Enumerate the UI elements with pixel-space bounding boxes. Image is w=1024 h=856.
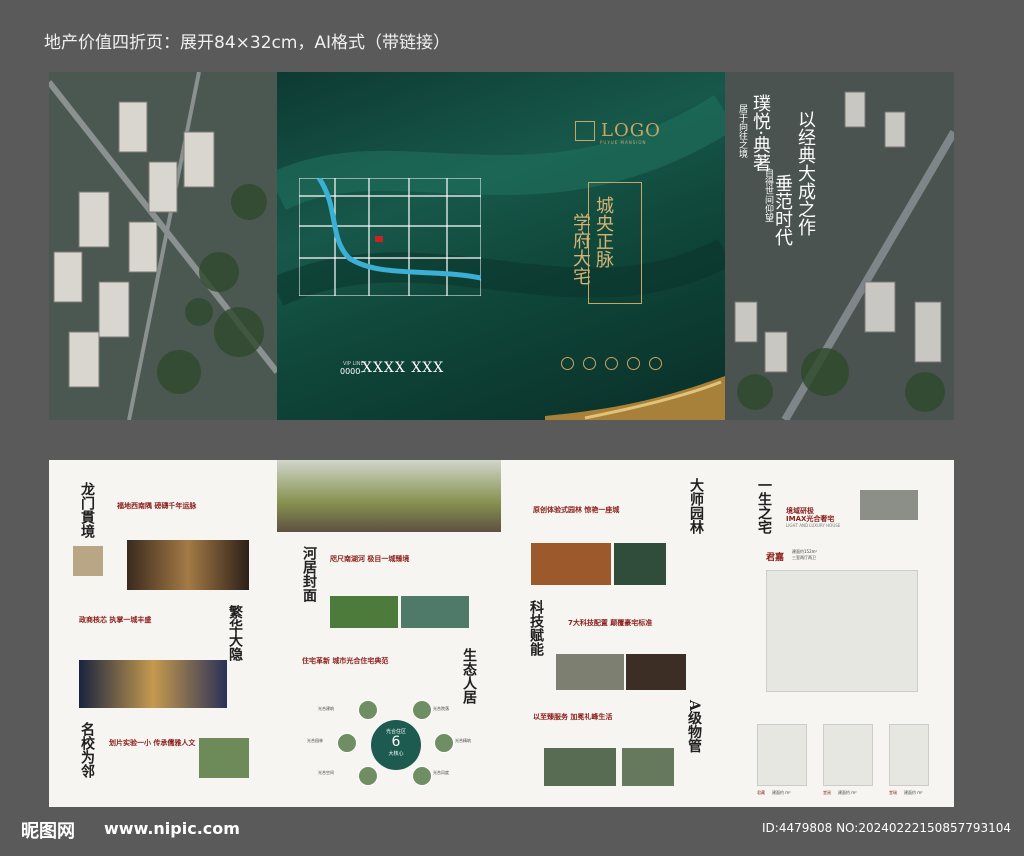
main-floorplan <box>766 570 918 692</box>
feature-icon-4 <box>627 357 640 370</box>
center-sub: 大核心 <box>388 751 404 757</box>
feature-icon-2 <box>583 357 596 370</box>
cover-right-small-2: 自得世间仰望 <box>763 168 773 222</box>
section-heading-6: 原创体验式园林 惊艳一座城 <box>533 506 620 514</box>
node-label-4: 光合院落 <box>433 706 449 711</box>
hub-node-5 <box>434 733 454 753</box>
hub-node-6 <box>412 766 432 786</box>
hub-node-2 <box>337 733 357 753</box>
section-title-yisheng: 一生之宅 <box>756 478 772 534</box>
map-wood-image <box>127 540 249 590</box>
hub-node-1 <box>358 700 378 720</box>
section-heading-7: 7大科技配置 颠覆豪宅标准 <box>568 619 653 627</box>
hub-node-3 <box>358 766 378 786</box>
floorplan-name: 君嘉 <box>766 553 785 563</box>
feature-icon-1 <box>561 357 574 370</box>
section-title-keji: 科技赋能 <box>528 600 544 656</box>
node-label-2: 光合园林 <box>307 738 323 743</box>
small-floorplan-3 <box>889 724 929 786</box>
small-plan-note-2: 建面约 m² <box>838 790 857 795</box>
section-title-heju: 河居封面 <box>301 546 317 602</box>
watermark-url[interactable]: www.nipic.com <box>104 819 240 838</box>
feature-icons <box>561 357 662 370</box>
section-title-dashi: 大师园林 <box>688 478 704 534</box>
aerial-photo-left <box>49 72 277 420</box>
garden-image-2 <box>614 543 666 585</box>
cover-right-small-1: 居于向往之境 <box>737 104 747 158</box>
cover-title-right: 城央正脉 <box>593 196 614 268</box>
small-floorplan-2 <box>823 724 873 786</box>
logo-mark-icon <box>575 121 595 141</box>
garden-image-1 <box>531 543 611 585</box>
small-floorplan-1 <box>757 724 807 786</box>
logo-subtitle: PUYUE MANSION <box>600 140 647 145</box>
watermark-logo: 昵图网 <box>21 821 75 842</box>
section-title-fanhua: 繁华大隐 <box>227 605 243 661</box>
livingroom-image <box>860 490 918 520</box>
node-label-5: 光合精筑 <box>455 738 471 743</box>
section-title-mingxiao: 名校为邻 <box>79 722 95 778</box>
tech-image-1 <box>556 654 624 690</box>
center-number: 6 <box>391 734 401 750</box>
service-image-1 <box>544 748 616 786</box>
brand-logo: LOGO <box>575 120 661 141</box>
feature-icon-3 <box>605 357 618 370</box>
cover-right-title-2: 垂范时代 <box>772 174 793 246</box>
cover-spread <box>49 72 954 420</box>
cover-title-left: 学府大宅 <box>570 213 591 285</box>
small-plan-note-1: 建面约 m² <box>772 790 791 795</box>
small-plan-name-2: 堂阅 <box>823 790 831 795</box>
cover-right-title-3: 璞悦·典著 <box>750 94 771 172</box>
hub-node-4 <box>412 700 432 720</box>
section-heading-2: 政商核芯 执掌一城丰盛 <box>79 616 152 624</box>
monument-image <box>73 546 103 576</box>
node-label-1: 光合建筑 <box>318 706 334 711</box>
section-heading-8: 以至臻服务 加冕礼峰生活 <box>533 713 613 721</box>
cover-right-title-1: 以经典大成之作 <box>795 110 816 236</box>
section-heading-5: 住宅革新 城市光合住宅典范 <box>302 657 389 665</box>
balcony-view-image <box>277 460 501 532</box>
floorplan-layout: 三室两厅两卫 <box>792 555 816 560</box>
section-heading-4: 咫尺南湖河 极目一城臻境 <box>330 555 410 563</box>
river-image <box>401 596 469 628</box>
image-id: ID:4479808 NO:20240222150857793104 <box>762 821 1012 835</box>
section-heading-1: 福地西南隅 磅礴千年运脉 <box>117 502 197 510</box>
tech-image-2 <box>626 654 686 690</box>
section-title-wuguan: A级物管 <box>686 700 702 753</box>
section-title-longmen: 龙门貫境 <box>79 482 95 538</box>
phone-number: XXXX XXX <box>362 360 445 376</box>
node-label-6: 光合风度 <box>433 770 449 775</box>
location-map <box>299 178 481 296</box>
students-image <box>199 738 249 778</box>
node-label-3: 光合空间 <box>318 770 334 775</box>
page-header: 地产价值四折页：展开84×32cm，AI格式（带链接） <box>44 33 451 53</box>
park-image-1 <box>330 596 398 628</box>
small-plan-name-3: 堂瑞 <box>889 790 897 795</box>
feature-icon-5 <box>649 357 662 370</box>
center-hub: 光合住区 6 大核心 <box>371 720 421 770</box>
small-plan-name-1: 君藏 <box>757 790 765 795</box>
service-image-2 <box>622 748 674 786</box>
logo-text: LOGO <box>601 120 661 141</box>
section-sub-9: LIGHT AND LUXURY HOUSE <box>786 523 841 528</box>
phone-prefix: 0000- <box>340 367 364 376</box>
small-plan-note-3: 建面约 m² <box>904 790 923 795</box>
section-heading-3: 划片实验一小 传承儒雅人文 <box>109 739 196 747</box>
section-title-shengtai: 生态人居 <box>461 648 477 704</box>
city-night-image <box>79 660 227 708</box>
gold-brush-stroke <box>545 376 725 420</box>
